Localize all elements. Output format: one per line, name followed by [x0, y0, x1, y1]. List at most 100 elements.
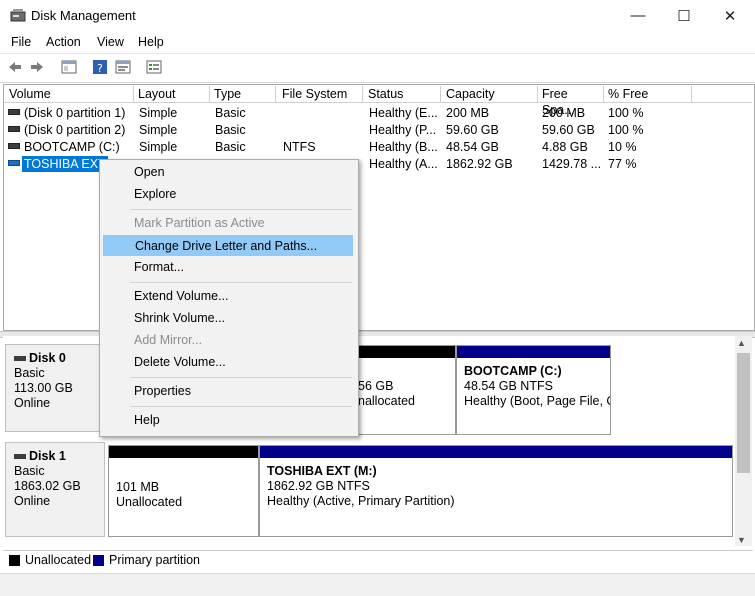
- disk-name: Disk 1: [29, 449, 66, 463]
- row-free-space: 4.88 GB: [542, 140, 588, 154]
- row-layout: Simple: [139, 140, 178, 154]
- menu-separator: [130, 377, 352, 378]
- help-icon[interactable]: ?: [92, 59, 108, 75]
- column-header-file-system[interactable]: File System: [278, 86, 363, 102]
- svg-text:?: ?: [97, 62, 103, 75]
- disk-name: Disk 0: [29, 351, 66, 365]
- disk-state: Online: [14, 396, 51, 410]
- row-free-space: 200 MB: [542, 106, 586, 120]
- menu-item-format[interactable]: Format...: [103, 257, 353, 278]
- toolbar: [0, 53, 755, 83]
- menu-help[interactable]: Help: [138, 35, 164, 49]
- partition-disk0-unallocated[interactable]: 56 GB nallocated: [350, 345, 456, 435]
- menu-item-shrink-volume[interactable]: Shrink Volume...: [103, 308, 353, 329]
- partition-name: TOSHIBA EXT (M:): [267, 464, 377, 478]
- row-percent-free: 100 %: [608, 106, 644, 120]
- row-status: Healthy (P...: [369, 123, 437, 137]
- menu-item-properties[interactable]: Properties: [103, 381, 353, 402]
- minimize-button[interactable]: —: [615, 0, 661, 31]
- row-layout: Simple: [139, 106, 178, 120]
- row-free-space: 59.60 GB: [542, 123, 595, 137]
- disk-1-info[interactable]: Disk 1 Basic 1863.02 GB Online: [5, 442, 105, 537]
- menu-view[interactable]: View: [97, 35, 124, 49]
- partition-status: nallocated: [358, 394, 415, 408]
- partition-color-bar: [457, 346, 610, 358]
- partition-name: BOOTCAMP (C:): [464, 364, 562, 378]
- disk-size: 113.00 GB: [14, 381, 73, 395]
- scroll-up-arrow-icon[interactable]: ▲: [737, 338, 746, 348]
- column-header-volume[interactable]: Volume: [5, 86, 134, 102]
- row-type: Basic: [215, 123, 246, 137]
- disk-state: Online: [14, 494, 51, 508]
- menu-item-explore[interactable]: Explore: [103, 184, 353, 205]
- column-header-capacity[interactable]: Capacity: [442, 86, 538, 102]
- status-bar: [0, 573, 755, 596]
- row-volume: TOSHIBA EXT: [22, 156, 108, 172]
- menu-separator: [130, 406, 352, 407]
- unallocated-swatch: [9, 555, 20, 566]
- column-header-type[interactable]: Type: [210, 86, 276, 102]
- maximize-button[interactable]: ☐: [661, 0, 707, 31]
- settings-list-icon[interactable]: [146, 59, 162, 75]
- scroll-down-arrow-icon[interactable]: ▼: [737, 535, 746, 545]
- row-volume: BOOTCAMP (C:): [24, 140, 120, 154]
- menu-item-change-drive-letter[interactable]: Change Drive Letter and Paths...: [103, 235, 353, 256]
- row-capacity: 1862.92 GB: [446, 157, 513, 171]
- row-status: Healthy (A...: [369, 157, 438, 171]
- legend-primary: Primary partition: [109, 553, 200, 567]
- row-capacity: 48.54 GB: [446, 140, 499, 154]
- row-free-space: 1429.78 ...: [542, 157, 602, 171]
- console-tree-icon[interactable]: [61, 59, 77, 75]
- menu-separator: [130, 209, 352, 210]
- row-percent-free: 10 %: [608, 140, 637, 154]
- row-type: Basic: [215, 140, 246, 154]
- row-percent-free: 77 %: [608, 157, 637, 171]
- menu-separator: [130, 282, 352, 283]
- partition-size: 1862.92 GB NTFS: [267, 479, 370, 493]
- drive-icon: [8, 143, 20, 149]
- column-header-percent-free[interactable]: % Free: [604, 86, 692, 102]
- row-file-system: NTFS: [283, 140, 316, 154]
- menu-item-delete-volume[interactable]: Delete Volume...: [103, 352, 353, 373]
- drive-icon: [8, 126, 20, 132]
- menu-item-open[interactable]: Open: [103, 162, 353, 183]
- partition-status: Healthy (Boot, Page File, C: [464, 394, 610, 408]
- menu-item-help[interactable]: Help: [103, 410, 353, 431]
- column-header-free-space[interactable]: Free Spa...: [538, 86, 604, 117]
- back-arrow-icon[interactable]: [7, 59, 23, 75]
- partition-bootcamp[interactable]: BOOTCAMP (C:) 48.54 GB NTFS Healthy (Boo…: [456, 345, 611, 435]
- menu-item-add-mirror: Add Mirror...: [134, 333, 203, 347]
- row-status: Healthy (E...: [369, 106, 438, 120]
- partition-toshiba-ext[interactable]: TOSHIBA EXT (M:) 1862.92 GB NTFS Healthy…: [259, 445, 733, 537]
- row-volume: (Disk 0 partition 2): [24, 123, 126, 137]
- row-capacity: 59.60 GB: [446, 123, 499, 137]
- partition-size: 56 GB: [358, 379, 394, 393]
- disk-kind: Basic: [14, 464, 45, 478]
- row-capacity: 200 MB: [446, 106, 490, 120]
- partition-disk1-unallocated[interactable]: 101 MB Unallocated: [108, 445, 259, 537]
- partition-size: 101 MB: [116, 480, 160, 494]
- partition-status: Unallocated: [116, 495, 183, 509]
- column-header-layout[interactable]: Layout: [134, 86, 210, 102]
- disk-size: 1863.02 GB: [14, 479, 81, 493]
- window-title: Disk Management: [31, 8, 136, 23]
- close-button[interactable]: ✕: [707, 0, 753, 31]
- partition-status: Healthy (Active, Primary Partition): [267, 494, 455, 508]
- menu-item-mark-active: Mark Partition as Active: [134, 216, 265, 230]
- disk-0-info[interactable]: Disk 0 Basic 113.00 GB Online: [5, 344, 105, 432]
- drive-icon: [8, 109, 20, 115]
- menu-action[interactable]: Action: [46, 35, 81, 49]
- scrollbar-thumb[interactable]: [737, 353, 750, 473]
- disk-management-icon: [10, 9, 26, 22]
- menu-file[interactable]: File: [11, 35, 31, 49]
- row-percent-free: 100 %: [608, 123, 644, 137]
- properties-icon[interactable]: [115, 59, 131, 75]
- column-header-status[interactable]: Status: [364, 86, 441, 102]
- row-status: Healthy (B...: [369, 140, 438, 154]
- disk-icon: [14, 356, 26, 361]
- partition-color-bar: [109, 446, 258, 458]
- partition-color-bar: [260, 446, 732, 458]
- forward-arrow-icon[interactable]: [29, 59, 45, 75]
- menu-item-extend-volume[interactable]: Extend Volume...: [103, 286, 353, 307]
- disk-kind: Basic: [14, 366, 45, 380]
